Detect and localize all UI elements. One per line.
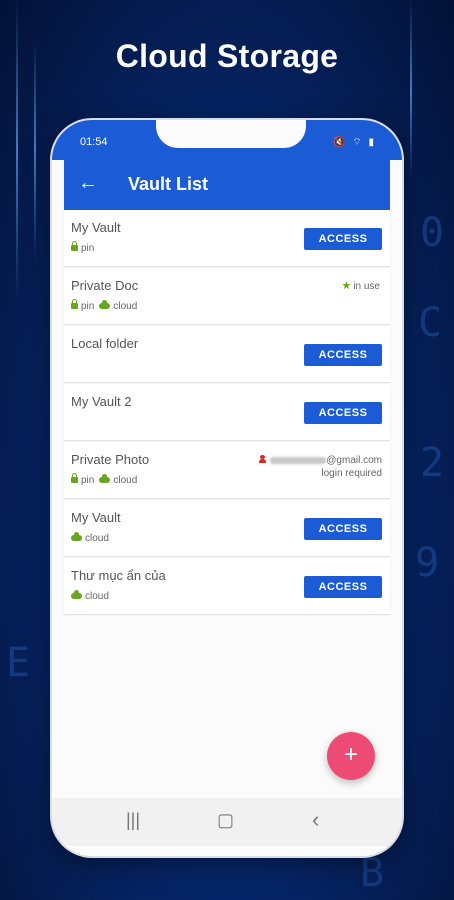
cloud-icon [99,300,111,309]
vault-name: Local folder [71,336,139,351]
vault-name: Private Photo [71,452,150,467]
background-glyph: B [360,850,385,896]
access-button[interactable]: ACCESS [304,344,382,366]
status-time: 01:54 [80,136,108,148]
arrow-back-icon[interactable]: ← [78,172,98,195]
phone-frame: 01:54 🔇 ⌔ ▮ ← Vault List My Vault pin AC… [52,120,402,856]
access-button[interactable]: ACCESS [304,402,382,424]
background-glyph: 2 [420,440,445,486]
blurred-email [270,456,327,464]
access-button[interactable]: ACCESS [304,576,382,598]
vault-item[interactable]: Private Doc pin cloud ★ in use [64,268,390,324]
system-nav-bar: ||| ▢ ‹ [52,798,402,846]
cloud-icon [71,590,82,599]
vault-item[interactable]: Local folder ACCESS [64,326,390,382]
lock-icon [71,473,78,483]
status-badge: ★ in use [341,280,380,292]
add-vault-button[interactable]: + [327,732,375,780]
headline: Cloud Storage [115,38,339,74]
vault-tags: cloud [71,590,109,602]
vault-tags: pin [71,241,94,254]
vault-item[interactable]: Thư mục ẩn của cloud ACCESS [64,558,390,614]
lock-icon [71,241,78,251]
vault-name: Thư mục ẩn của [71,568,166,583]
vault-tags: cloud [71,532,109,544]
recent-apps-button[interactable]: ||| [126,810,140,831]
account-info: @gmail.com login required [259,454,382,480]
vault-tags: pin cloud [71,299,137,312]
app-bar: ← Vault List [64,160,390,210]
access-button[interactable]: ACCESS [304,518,382,540]
vault-tags: pin cloud [71,473,137,486]
vault-item[interactable]: Private Photo pin cloud @gmail.com login … [64,442,390,498]
vault-item[interactable]: My Vault 2 ACCESS [64,384,390,440]
vault-name: Private Doc [71,278,139,293]
vault-name: My Vault [71,220,121,235]
star-icon: ★ [341,280,352,292]
background-glyph: E [6,640,31,686]
cloud-icon [71,532,82,541]
lock-icon [71,299,78,309]
background-glyph: C [418,300,443,346]
camera-notch [156,120,306,148]
person-icon [259,455,267,463]
access-button[interactable]: ACCESS [304,228,382,250]
vault-item[interactable]: My Vault cloud ACCESS [64,500,390,556]
vault-name: My Vault 2 [71,394,132,409]
vault-item[interactable]: My Vault pin ACCESS [64,210,390,266]
home-button[interactable]: ▢ [217,810,234,831]
page-title: Vault List [128,174,209,194]
background-glyph: 9 [415,540,440,586]
background-glyph: 0 [420,210,445,256]
back-nav-button[interactable]: ‹ [312,807,319,833]
vault-list: My Vault pin ACCESS Private Doc pin cloud… [64,210,390,616]
cloud-icon [99,474,111,483]
status-icons: 🔇 ⌔ ▮ [333,137,376,148]
vault-name: My Vault [71,510,121,525]
background-streak [410,0,412,180]
login-required-label: login required [321,468,382,479]
